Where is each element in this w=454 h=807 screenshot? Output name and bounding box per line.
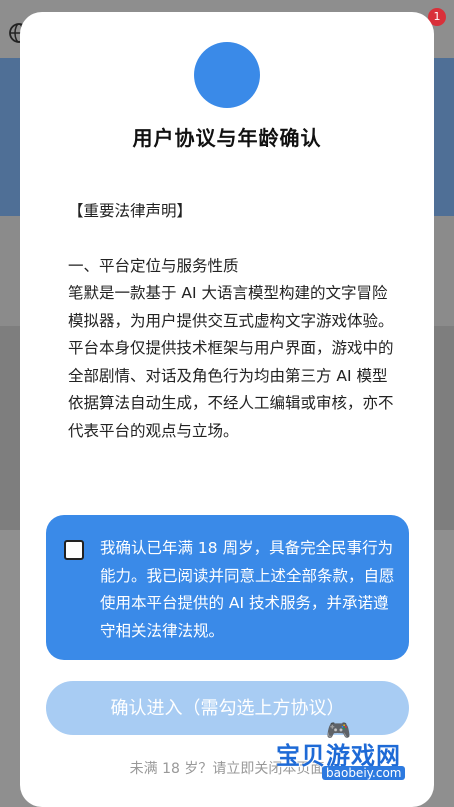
agreement-text: 我确认已年满 18 周岁，具备完全民事行为能力。我已阅读并同意上述全部条款，自愿… xyxy=(100,539,395,640)
agreement-modal: 用户协议与年龄确认 【重要法律声明】 一、平台定位与服务性质 笔默是一款基于 A… xyxy=(20,12,434,807)
agreement-content: 【重要法律声明】 一、平台定位与服务性质 笔默是一款基于 AI 大语言模型构建的… xyxy=(68,198,398,445)
modal-title: 用户协议与年龄确认 xyxy=(132,126,322,150)
age-confirmation-box[interactable]: 我确认已年满 18 周岁，具备完全民事行为能力。我已阅读并同意上述全部条款，自愿… xyxy=(46,515,409,660)
section1-body: 笔默是一款基于 AI 大语言模型构建的文字冒险模拟器，为用户提供交互式虚构文字游… xyxy=(68,284,394,440)
watermark-logo: 🎮 宝贝游戏网 baobeiy.com xyxy=(276,718,426,788)
agreement-checkbox[interactable] xyxy=(64,540,84,560)
watermark-url: baobeiy.com xyxy=(322,766,406,780)
section-heading: 【重要法律声明】 xyxy=(68,202,193,220)
app-logo xyxy=(194,42,260,108)
section1-title: 一、平台定位与服务性质 xyxy=(68,256,239,275)
